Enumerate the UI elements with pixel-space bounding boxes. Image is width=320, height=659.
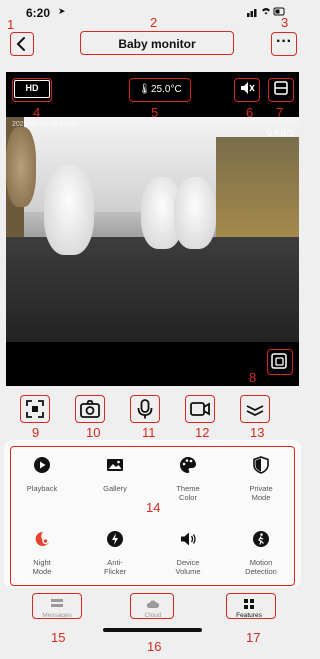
video-timestamp: 2023-01-01 18:20:09 (12, 121, 77, 128)
live-video-feed[interactable] (6, 117, 299, 342)
annotation-number: 6 (246, 105, 254, 120)
annotation-number: 14 (146, 500, 161, 515)
annotation-number: 13 (250, 425, 265, 440)
bitrate-readout: 0 KB/S (266, 128, 295, 138)
annotation-box (268, 78, 294, 102)
annotation-number: 10 (86, 425, 101, 440)
status-time: 6:20 (26, 6, 51, 20)
annotation-box (10, 446, 295, 586)
annotation-box (75, 395, 105, 423)
annotation-box (130, 593, 174, 619)
annotation-box (267, 349, 293, 375)
annotation-box (129, 78, 191, 102)
annotation-number: 17 (246, 630, 261, 645)
annotation-box (185, 395, 215, 423)
home-indicator (103, 628, 202, 632)
annotation-box (234, 78, 260, 102)
annotation-box (20, 395, 50, 423)
annotation-number: 8 (249, 370, 257, 385)
toy-figure (44, 165, 94, 255)
location-arrow-icon: ➤ (58, 6, 66, 16)
annotation-number: 2 (150, 15, 158, 30)
annotation-box (10, 32, 34, 56)
annotation-box (130, 395, 160, 423)
annotation-number: 12 (195, 425, 210, 440)
annotation-box (32, 593, 82, 619)
annotation-number: 4 (33, 105, 41, 120)
annotation-number: 15 (51, 630, 66, 645)
toy-figure (174, 177, 216, 249)
annotation-box (226, 593, 276, 619)
annotation-number: 7 (276, 105, 284, 120)
annotation-box (12, 78, 52, 102)
annotation-box (240, 395, 270, 423)
toy-bear (6, 127, 36, 207)
annotation-number: 1 (7, 17, 15, 32)
annotation-box (80, 31, 234, 55)
annotation-box (271, 32, 297, 56)
annotation-number: 9 (32, 425, 40, 440)
annotation-number: 5 (151, 105, 159, 120)
annotation-number: 3 (281, 15, 289, 30)
annotation-number: 11 (142, 425, 156, 440)
annotation-number: 16 (147, 639, 162, 654)
